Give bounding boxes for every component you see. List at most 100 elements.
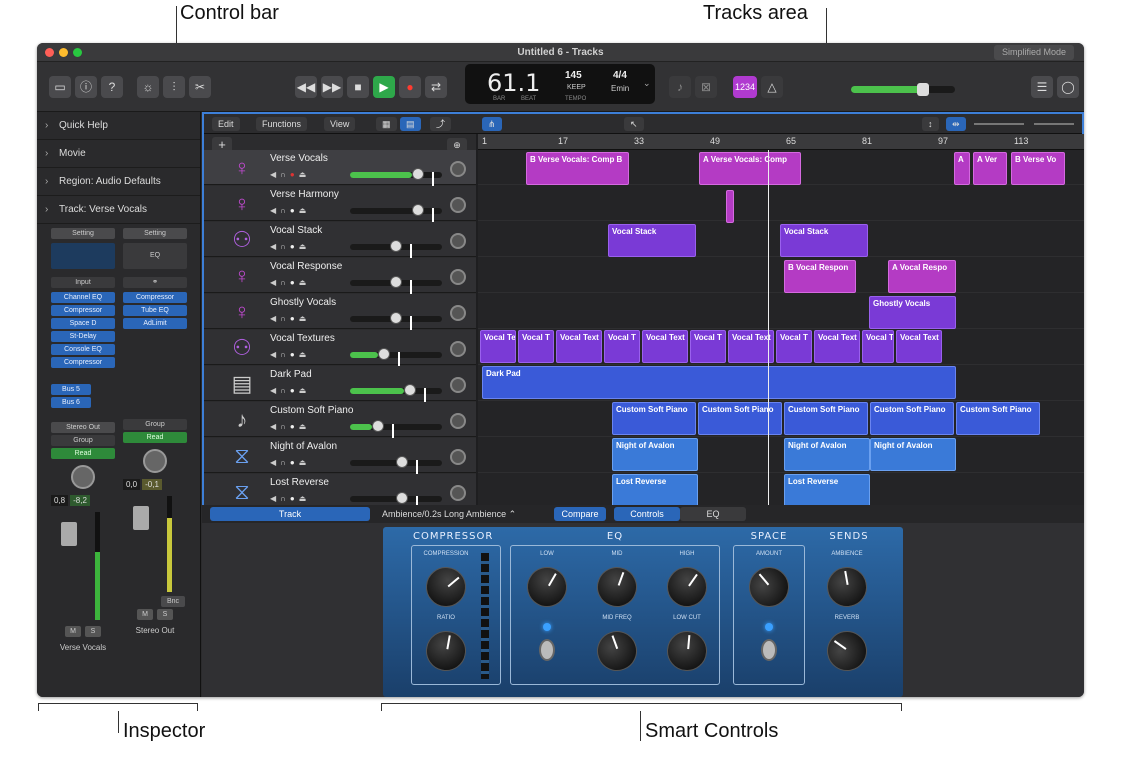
playhead[interactable] — [768, 150, 769, 546]
count-in-button[interactable]: 1234 — [733, 76, 757, 98]
ambience-knob[interactable] — [823, 563, 871, 611]
headphones-icon[interactable]: ∩ — [280, 494, 290, 503]
send-slot[interactable]: Bus 6 — [51, 397, 91, 408]
input-monitor-icon[interactable]: ⏏ — [299, 386, 311, 395]
grid-view-icon[interactable]: ▦ — [376, 117, 397, 131]
track-header[interactable]: ♪ Custom Soft Piano ◀∩●⏏ — [204, 402, 476, 438]
track-lane[interactable] — [478, 186, 1084, 221]
setting-button[interactable]: Setting — [51, 228, 115, 239]
track-lane[interactable] — [478, 438, 1084, 473]
track-tab[interactable]: Track — [210, 507, 370, 521]
record-enable-icon[interactable]: ● — [290, 422, 299, 431]
region[interactable]: Custom Soft Piano — [784, 402, 868, 435]
compare-button[interactable]: Compare — [554, 507, 606, 521]
group-slot[interactable]: Group — [51, 435, 115, 446]
region[interactable]: Vocal Te — [480, 330, 516, 363]
vertical-zoom-slider[interactable] — [974, 123, 1024, 125]
mute-icon[interactable]: ◀ — [270, 314, 280, 323]
solo-icon[interactable]: ⊠ — [695, 76, 717, 98]
region[interactable] — [726, 190, 734, 223]
mute-icon[interactable]: ◀ — [270, 458, 280, 467]
headphones-icon[interactable]: ∩ — [280, 350, 290, 359]
plugin-slot[interactable]: Compressor — [123, 292, 187, 303]
lcd-display[interactable]: 61.1 BAR BEAT 145 KEEP TEMPO 4/4 Emin ⌄ — [465, 64, 655, 104]
smart-controls-icon[interactable]: ☼ — [137, 76, 159, 98]
pan-knob[interactable] — [450, 305, 466, 321]
list-view-icon[interactable]: ▤ — [400, 117, 421, 131]
volume-slider[interactable] — [350, 492, 442, 510]
master-volume-slider[interactable] — [851, 83, 955, 96]
track-lane[interactable] — [478, 474, 1084, 509]
region[interactable]: A Vocal Respo — [888, 260, 956, 293]
region[interactable]: Vocal T — [604, 330, 640, 363]
preset-menu[interactable]: Ambience/0.2s Long Ambience ⌃ — [382, 507, 546, 521]
track-header[interactable]: ♀ Verse Harmony ◀∩●⏏ — [204, 186, 476, 222]
headphones-icon[interactable]: ∩ — [280, 278, 290, 287]
region[interactable]: Vocal T — [862, 330, 894, 363]
input-monitor-icon[interactable]: ⏏ — [299, 494, 311, 503]
record-enable-icon[interactable]: ● — [290, 170, 299, 179]
volume-slider[interactable] — [350, 276, 442, 294]
record-enable-icon[interactable]: ● — [290, 278, 299, 287]
region[interactable]: Custom Soft Piano — [612, 402, 696, 435]
input-monitor-icon[interactable]: ⏏ — [299, 242, 311, 251]
region[interactable]: B Verse Vocals: Comp B — [526, 152, 629, 185]
controls-tab[interactable]: Controls — [614, 507, 680, 521]
pan-knob[interactable] — [450, 449, 466, 465]
volume-slider[interactable] — [350, 420, 442, 438]
input-monitor-icon[interactable]: ⏏ — [299, 422, 311, 431]
mute-icon[interactable]: ◀ — [270, 350, 280, 359]
quick-help-icon[interactable]: ? — [101, 76, 123, 98]
region[interactable]: Night of Avalon — [784, 438, 870, 471]
mute-button[interactable]: M — [137, 609, 153, 620]
chevron-down-icon[interactable]: ⌄ — [643, 78, 651, 89]
send-slot[interactable]: Bus 5 — [51, 384, 91, 395]
output-slot[interactable]: Stereo Out — [51, 422, 115, 433]
region[interactable]: B Verse Vo — [1011, 152, 1065, 185]
edit-menu[interactable]: Edit — [212, 117, 240, 131]
ruler[interactable]: 1 17 33 49 65 81 97 113 — [478, 134, 1084, 150]
inspector-icon[interactable]: ⓘ — [75, 76, 97, 98]
stop-icon[interactable]: ■ — [347, 76, 369, 98]
group-slot[interactable]: Group — [123, 419, 187, 430]
region-row[interactable]: › Region: Audio Defaults — [37, 168, 200, 196]
region[interactable]: Vocal T — [690, 330, 726, 363]
track-header[interactable]: ⧖ Lost Reverse ◀∩●⏏ — [204, 474, 476, 510]
headphones-icon[interactable]: ∩ — [280, 242, 290, 251]
plugin-slot[interactable]: Channel EQ — [51, 292, 115, 303]
input-monitor-icon[interactable]: ⏏ — [299, 314, 311, 323]
volume-slider[interactable] — [350, 204, 442, 222]
plugin-slot[interactable]: Console EQ — [51, 344, 115, 355]
volume-slider[interactable] — [350, 240, 442, 258]
track-header[interactable]: ♀ Vocal Response ◀∩●⏏ — [204, 258, 476, 294]
pan-knob[interactable] — [450, 341, 466, 357]
region[interactable]: Vocal Text — [642, 330, 688, 363]
simplified-mode-button[interactable]: Simplified Mode — [993, 45, 1074, 60]
functions-menu[interactable]: Functions — [256, 117, 308, 131]
eq-thumbnail[interactable]: EQ — [123, 243, 187, 269]
eq-toggle[interactable] — [539, 639, 555, 661]
fader[interactable] — [123, 496, 187, 596]
fader[interactable] — [51, 512, 115, 630]
catch-icon[interactable]: ⤴ — [430, 117, 452, 131]
link-icon[interactable]: ⚭ — [123, 277, 187, 288]
cycle-icon[interactable]: ⇄ — [425, 76, 447, 98]
pointer-tool-icon[interactable]: ↖ — [624, 117, 644, 131]
pan-knob[interactable] — [450, 413, 466, 429]
track-header[interactable]: ⚇ Vocal Textures ◀∩●⏏ — [204, 330, 476, 366]
plugin-slot[interactable]: Tube EQ — [123, 305, 187, 316]
region[interactable]: Custom Soft Piano — [956, 402, 1040, 435]
mixer-icon[interactable]: ⫶ — [163, 76, 185, 98]
forward-icon[interactable]: ▶▶ — [321, 76, 343, 98]
snap-icon[interactable]: ⇹ — [946, 117, 966, 131]
record-enable-icon[interactable]: ● — [290, 350, 299, 359]
headphones-icon[interactable]: ∩ — [280, 458, 290, 467]
region[interactable]: Vocal Text — [896, 330, 942, 363]
plugin-slot[interactable]: St-Delay — [51, 331, 115, 342]
solo-button[interactable]: S — [157, 609, 173, 620]
region[interactable]: Vocal Stack — [780, 224, 868, 257]
quick-help-row[interactable]: › Quick Help — [37, 112, 200, 140]
mute-icon[interactable]: ◀ — [270, 242, 280, 251]
mute-icon[interactable]: ◀ — [270, 494, 280, 503]
region[interactable]: Vocal T — [776, 330, 812, 363]
